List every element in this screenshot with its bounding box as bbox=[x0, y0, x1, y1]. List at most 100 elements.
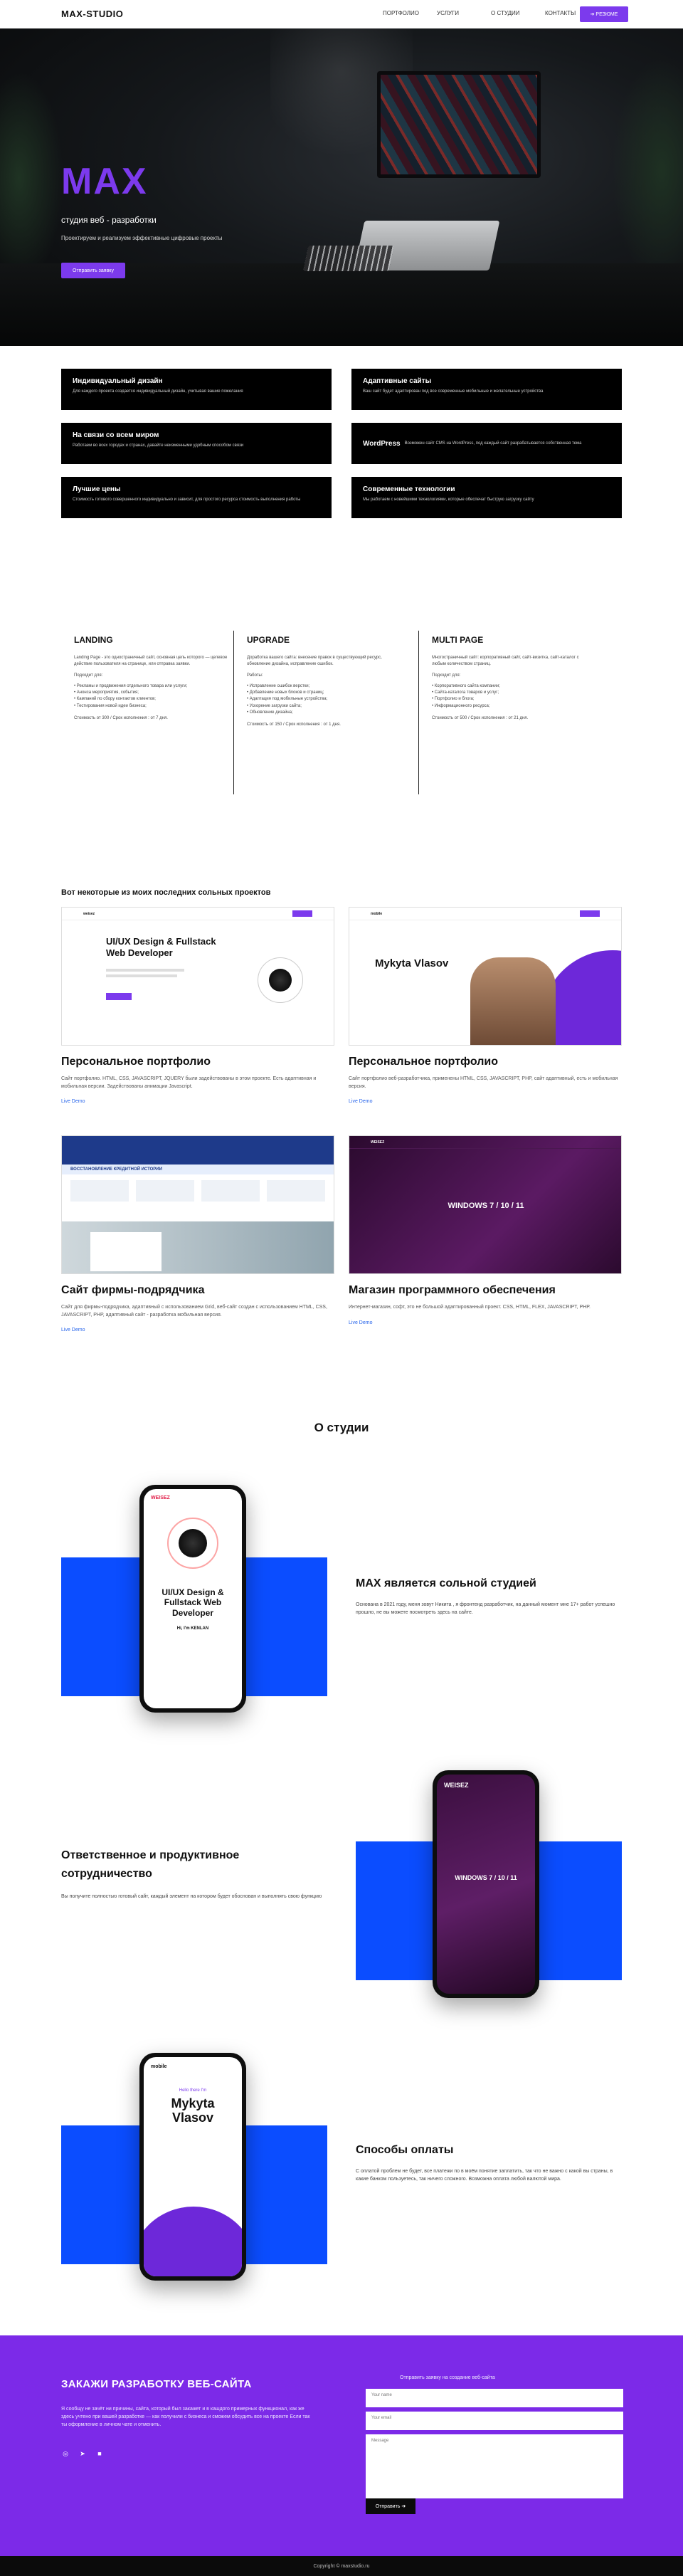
feature-text: Работаем во всех городах и странах, дава… bbox=[73, 443, 244, 448]
project-title: Персональное портфолио bbox=[61, 1056, 211, 1068]
feature-text: Для каждого проекта создается индивидуал… bbox=[73, 389, 243, 394]
feature-card: Индивидуальный дизайн Для каждого проект… bbox=[61, 369, 332, 410]
about-title: О студии bbox=[314, 1421, 369, 1434]
plan-list: • Корпоративного сайта компании; • Сайта… bbox=[432, 683, 589, 710]
project-thumbnail[interactable]: mobile Mykyta Vlasov bbox=[349, 907, 622, 1046]
about-heading: Способы оплаты bbox=[356, 2144, 454, 2156]
feature-card: Лучшие цены Стоимость готового совершенн… bbox=[61, 477, 332, 518]
project-title: Сайт фирмы-подрядчика bbox=[61, 1284, 205, 1296]
portfolio-card: WEISEZ WINDOWS 7 / 10 / 11 Магазин прогр… bbox=[349, 1135, 622, 1325]
plan-list-item: • Кампаний по сбору контактов клиентов; bbox=[74, 697, 156, 702]
social-links: ◎ ➤ ■ bbox=[61, 2449, 104, 2458]
phone-brand: WEISEZ bbox=[444, 1782, 469, 1789]
plan-landing: LANDING Landing Page - это одностраничны… bbox=[61, 631, 232, 794]
live-demo-link[interactable]: Live Demo bbox=[61, 1328, 334, 1332]
send-button[interactable]: Отправить ➔ bbox=[366, 2498, 415, 2514]
project-thumbnail[interactable]: weisez UI/UX Design & Fullstack Web Deve… bbox=[61, 907, 334, 1046]
feature-title: Лучшие цены bbox=[73, 485, 121, 493]
pricing-plans: LANDING Landing Page - это одностраничны… bbox=[61, 631, 622, 794]
thumb-headline: WINDOWS 7 / 10 / 11 bbox=[448, 1202, 524, 1210]
plan-list-item: • Исправление ошибок верстки; bbox=[247, 683, 310, 688]
plan-price: Стоимость от 150 / Срок исполнения : от … bbox=[247, 722, 341, 727]
about-heading: Ответственное и продуктивное сотрудничес… bbox=[61, 1849, 240, 1880]
nav-link-portfolio[interactable]: ПОРТФОЛИО bbox=[383, 10, 437, 16]
thumb-name: Mykyta Vlasov bbox=[375, 957, 449, 969]
feature-title: На связи со всем миром bbox=[73, 431, 159, 439]
hero-subtitle: студия веб - разработки bbox=[61, 215, 157, 225]
project-title: Магазин программного обеспечения bbox=[349, 1284, 556, 1296]
brand-logo[interactable]: MAX-STUDIO bbox=[61, 9, 123, 19]
form-title: Отправить заявку на создание веб-сайта bbox=[400, 2375, 495, 2380]
name-field[interactable]: Your name bbox=[366, 2389, 623, 2407]
hero-plant-left bbox=[0, 71, 64, 285]
plan-list-item: • Ускорение загрузки сайта; bbox=[247, 703, 302, 708]
project-thumbnail[interactable]: WEISEZ WINDOWS 7 / 10 / 11 bbox=[349, 1135, 622, 1274]
plan-price: Стоимость от 300 / Срок исполнения : от … bbox=[74, 716, 168, 721]
top-nav: MAX-STUDIO ПОРТФОЛИО УСЛУГИ О СТУДИИ КОН… bbox=[0, 0, 683, 28]
plan-name: UPGRADE bbox=[247, 635, 290, 645]
email-field[interactable]: Your email bbox=[366, 2412, 623, 2430]
plan-list-item: • Информационного ресурса; bbox=[432, 703, 490, 708]
plan-list-item: • Обновление дизайна; bbox=[247, 710, 293, 715]
about-text: С оплатой проблем не будет, все платежи … bbox=[356, 2169, 613, 2182]
portfolio-card: weisez UI/UX Design & Fullstack Web Deve… bbox=[61, 907, 334, 1104]
plan-price: Стоимость от 500 / Срок исполнения : от … bbox=[432, 716, 529, 721]
phone-brand: WEISEZ bbox=[151, 1495, 170, 1500]
feature-title: WordPress bbox=[363, 440, 401, 448]
nav-link-services[interactable]: УСЛУГИ bbox=[437, 10, 491, 16]
feature-title: Современные технологии bbox=[363, 485, 455, 493]
plan-list-title: Работы: bbox=[247, 673, 263, 678]
phone-headline: WINDOWS 7 / 10 / 11 bbox=[455, 1874, 517, 1881]
contact-description: Я сообщу не зачёт ни причины, сайта, кот… bbox=[61, 2407, 310, 2427]
live-demo-link[interactable]: Live Demo bbox=[61, 1099, 334, 1104]
project-text: Сайт для фирмы-подрядчика, адаптивный с … bbox=[61, 1305, 327, 1318]
footer: Copyright © maxstudio.ru bbox=[0, 2556, 683, 2576]
hero-request-button[interactable]: Отправить заявку bbox=[61, 263, 125, 278]
plan-intro: Landing Page - это одностраничный сайт, … bbox=[74, 656, 228, 667]
telegram-icon[interactable]: ➤ bbox=[78, 2449, 87, 2458]
about-text: Основана в 2021 году, меня зовут Никита … bbox=[356, 1602, 615, 1615]
feature-title: Индивидуальный дизайн bbox=[73, 377, 163, 385]
phone-hello: Hello there I'm bbox=[179, 2088, 207, 2093]
instagram-icon[interactable]: ◎ bbox=[61, 2449, 70, 2458]
feature-card: WordPress Возможен сайт CMS на WordPress… bbox=[351, 423, 622, 464]
resume-button[interactable]: ➔ РЕЗЮМЕ bbox=[580, 6, 628, 22]
phone-mockup: WEISEZ WINDOWS 7 / 10 / 11 bbox=[433, 1770, 539, 1998]
project-text: Сайт портфолио веб-разработчика, примене… bbox=[349, 1076, 618, 1089]
hero-plant-right bbox=[612, 57, 683, 285]
plan-name: MULTI PAGE bbox=[432, 635, 484, 645]
plan-name: LANDING bbox=[74, 635, 113, 645]
plan-list-item: • Тестирования новой идеи бизнеса; bbox=[74, 703, 147, 708]
plan-list-item: • Добавление новых блоков и страниц; bbox=[247, 690, 324, 695]
feature-text: Ваш сайт будет адаптирован под все совре… bbox=[363, 389, 544, 394]
about-text: Вы получите полностью готовый сайт, кажд… bbox=[61, 1894, 322, 1899]
plan-list: • Рекламы и продвижения отдельного товар… bbox=[74, 683, 232, 710]
plan-list-item: • Портфолио и блога; bbox=[432, 697, 475, 702]
portfolio-card: ВОССТАНОВЛЕНИЕ КРЕДИТНОЙ ИСТОРИИ Сайт фи… bbox=[61, 1135, 334, 1332]
phone-name: Hi, I'm KENLAN bbox=[176, 1626, 209, 1631]
feature-card: Современные технологии Мы работаем с нов… bbox=[351, 477, 622, 518]
feature-card: На связи со всем миром Работаем во всех … bbox=[61, 423, 332, 464]
phone-brand: mobile bbox=[151, 2064, 167, 2069]
feature-text: Возможен сайт CMS на WordPress, под кажд… bbox=[404, 441, 582, 446]
message-field[interactable]: Message bbox=[366, 2434, 623, 2498]
plan-list-item: • Рекламы и продвижения отдельного товар… bbox=[74, 683, 188, 688]
contact-title: ЗАКАЖИ РАЗРАБОТКУ ВЕБ-САЙТА bbox=[61, 2378, 252, 2390]
plan-list-item: • Адаптация под мобильные устройства; bbox=[247, 697, 328, 702]
page: MAX-STUDIO ПОРТФОЛИО УСЛУГИ О СТУДИИ КОН… bbox=[0, 0, 683, 2576]
contact-section: ЗАКАЖИ РАЗРАБОТКУ ВЕБ-САЙТА Я сообщу не … bbox=[0, 2335, 683, 2556]
project-title: Персональное портфолио bbox=[349, 1056, 498, 1068]
project-text: Сайт портфолио. HTML, CSS, JAVASCRIPT, J… bbox=[61, 1076, 317, 1089]
project-thumbnail[interactable]: ВОССТАНОВЛЕНИЕ КРЕДИТНОЙ ИСТОРИИ bbox=[61, 1135, 334, 1274]
thumb-headline: ВОССТАНОВЛЕНИЕ КРЕДИТНОЙ ИСТОРИИ bbox=[62, 1165, 334, 1174]
phone-mockup: WEISEZ UI/UX Design & Fullstack Web Deve… bbox=[139, 1485, 246, 1713]
plan-upgrade: UPGRADE Доработка вашего сайта: внесение… bbox=[233, 631, 404, 794]
linkedin-icon[interactable]: ■ bbox=[95, 2449, 104, 2458]
live-demo-link[interactable]: Live Demo bbox=[349, 1099, 622, 1104]
nav-link-about[interactable]: О СТУДИИ bbox=[491, 10, 545, 16]
plan-list-item: • Анонса мероприятия, события; bbox=[74, 690, 139, 695]
nav-links: ПОРТФОЛИО УСЛУГИ О СТУДИИ КОНТАКТЫ bbox=[383, 10, 599, 16]
plan-list-title: Подходит для: bbox=[432, 673, 461, 678]
project-text: Интернет-магазин, софт, это не большой а… bbox=[349, 1305, 591, 1310]
live-demo-link[interactable]: Live Demo bbox=[349, 1320, 622, 1325]
